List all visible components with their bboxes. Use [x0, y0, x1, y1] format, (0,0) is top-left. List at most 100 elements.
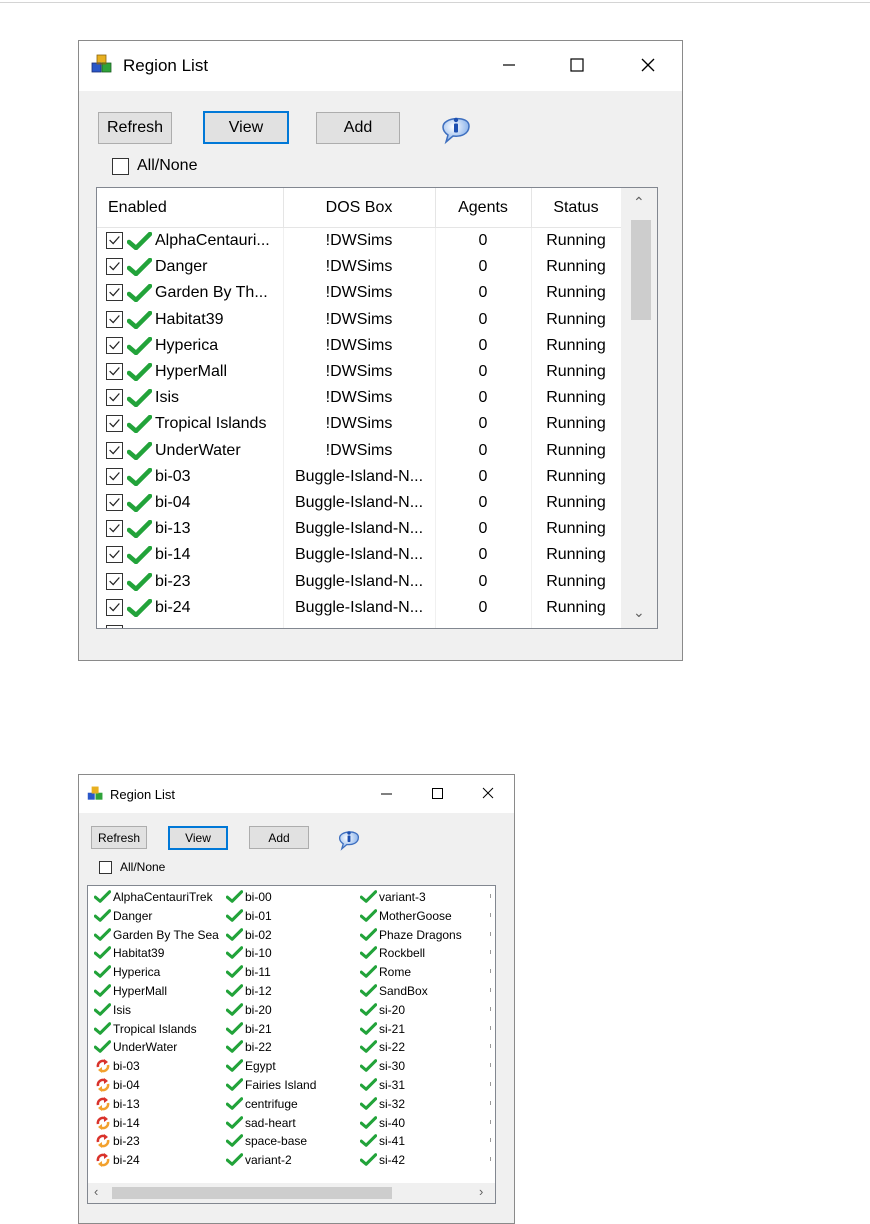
- row-checkbox[interactable]: [106, 494, 123, 511]
- scrollbar-thumb[interactable]: [112, 1187, 392, 1199]
- check-icon: [94, 984, 111, 997]
- list-item-label: si-42: [379, 1153, 406, 1168]
- row-checkbox[interactable]: [106, 310, 123, 328]
- row-checkbox[interactable]: [106, 520, 123, 538]
- maximize-button[interactable]: [420, 777, 454, 809]
- list-item-label: bi-10: [245, 946, 272, 961]
- scroll-left-icon[interactable]: ‹: [94, 1184, 98, 1199]
- row-checkbox[interactable]: [106, 598, 123, 616]
- row-checkbox[interactable]: [106, 258, 123, 276]
- list-item-label: centrifuge: [245, 1096, 298, 1111]
- view-button[interactable]: View: [203, 111, 289, 144]
- table-row[interactable]: HyperMall !DWSims 0 Running: [97, 359, 621, 385]
- all-none-checkbox[interactable]: All/None: [112, 157, 197, 175]
- cell-dos-box: !DWSims: [325, 415, 393, 433]
- column-header-status[interactable]: Status: [531, 188, 621, 228]
- check-icon: [127, 415, 152, 434]
- add-button[interactable]: Add: [316, 112, 400, 144]
- table-row[interactable]: bi-23 Buggle-Island-N... 0 Running: [97, 569, 621, 595]
- table-row[interactable]: Hyperica !DWSims 0 Running: [97, 333, 621, 359]
- row-checkbox[interactable]: [106, 546, 123, 564]
- region-icon-list[interactable]: ‹ › AlphaCentauriTrek Danger Garden By The…: [87, 885, 496, 1204]
- check-icon: [360, 965, 377, 978]
- list-item-label: bi-11: [245, 965, 271, 980]
- vertical-scrollbar[interactable]: ⌃ ⌄: [621, 188, 657, 628]
- cell-agents: 0: [478, 258, 488, 276]
- info-icon[interactable]: [437, 109, 475, 145]
- table-row[interactable]: AlphaCentauri... !DWSims 0 Running: [97, 228, 621, 254]
- list-item-label: space-base: [245, 1134, 308, 1149]
- check-icon: [226, 1040, 243, 1054]
- scroll-down-icon[interactable]: ⌄: [633, 604, 645, 621]
- row-checkbox[interactable]: [106, 441, 123, 459]
- all-none-checkbox-box[interactable]: [112, 157, 129, 175]
- table-row[interactable]: UnderWater !DWSims 0 Running: [97, 438, 621, 464]
- add-button[interactable]: Add: [249, 826, 309, 849]
- cell-region-name: HyperMall: [155, 363, 228, 380]
- row-checkbox[interactable]: [106, 363, 123, 380]
- all-none-checkbox-box[interactable]: [99, 860, 112, 874]
- column-header-dos-box[interactable]: DOS Box: [283, 188, 435, 228]
- cycle-icon: [96, 1153, 110, 1168]
- close-button[interactable]: [625, 45, 671, 85]
- scroll-up-icon[interactable]: ⌃: [633, 194, 645, 211]
- table-row[interactable]: bi-14 Buggle-Island-N... 0 Running: [97, 542, 621, 568]
- info-icon[interactable]: [335, 825, 363, 851]
- table-row[interactable]: bi-04 Buggle-Island-N... 0 Running: [97, 490, 621, 516]
- table-row[interactable]: bi-03 Buggle-Island-N... 0 Running: [97, 464, 621, 490]
- row-checkbox[interactable]: [106, 389, 123, 407]
- table-row[interactable]: Garden By Th... !DWSims 0 Running: [97, 280, 621, 306]
- minimize-button[interactable]: [369, 777, 403, 809]
- title-bar[interactable]: Region List: [79, 775, 514, 813]
- table-row[interactable]: Isis !DWSims 0 Running: [97, 385, 621, 411]
- column-header-agents[interactable]: Agents: [435, 188, 531, 228]
- all-none-label: All/None: [137, 157, 198, 174]
- row-checkbox[interactable]: [106, 467, 123, 485]
- cell-region-name: bi-13: [155, 520, 191, 538]
- maximize-button[interactable]: [554, 45, 600, 85]
- table-row-partial: [97, 621, 621, 628]
- row-checkbox[interactable]: [106, 284, 123, 302]
- check-icon: [360, 1059, 377, 1072]
- horizontal-scrollbar[interactable]: ‹ ›: [88, 1183, 495, 1203]
- table-row[interactable]: Danger !DWSims 0 Running: [97, 254, 621, 280]
- table-row[interactable]: Tropical Islands !DWSims 0 Running: [97, 411, 621, 437]
- check-icon: [360, 946, 377, 960]
- cell-status: Running: [546, 546, 606, 564]
- check-icon: [127, 598, 152, 617]
- check-icon: [226, 965, 243, 978]
- column-edge-mark: [490, 1138, 491, 1143]
- row-checkbox[interactable]: [106, 625, 123, 628]
- region-list-window-details: Region List Refresh View Add All/None En…: [78, 40, 683, 661]
- column-edge-mark: [490, 1063, 491, 1068]
- table-row[interactable]: bi-24 Buggle-Island-N... 0 Running: [97, 595, 621, 621]
- refresh-button[interactable]: Refresh: [98, 112, 172, 144]
- cell-agents: 0: [478, 389, 488, 407]
- cycle-icon: [96, 1134, 110, 1149]
- column-edge-mark: [490, 1100, 491, 1105]
- check-icon: [127, 284, 152, 303]
- row-checkbox[interactable]: [106, 336, 123, 354]
- list-item-label: bi-20: [245, 1002, 272, 1017]
- cell-region-name: bi-03: [155, 467, 191, 485]
- cell-dos-box: !DWSims: [325, 258, 393, 276]
- check-icon: [360, 909, 377, 922]
- column-header-enabled[interactable]: Enabled: [108, 188, 167, 228]
- row-checkbox[interactable]: [106, 415, 123, 433]
- column-edge-mark: [490, 1157, 491, 1162]
- scrollbar-thumb[interactable]: [631, 220, 651, 320]
- minimize-button[interactable]: [486, 45, 532, 85]
- table-row[interactable]: Habitat39 !DWSims 0 Running: [97, 307, 621, 333]
- all-none-checkbox[interactable]: All/None: [99, 860, 165, 874]
- close-button[interactable]: [471, 777, 505, 809]
- row-checkbox[interactable]: [106, 572, 123, 590]
- table-row[interactable]: bi-13 Buggle-Island-N... 0 Running: [97, 516, 621, 542]
- view-button[interactable]: View: [168, 826, 228, 850]
- cycle-icon: [96, 1115, 110, 1130]
- row-checkbox[interactable]: [106, 232, 123, 249]
- scroll-right-icon[interactable]: ›: [479, 1184, 483, 1199]
- cell-dos-box: Buggle-Island-N...: [294, 546, 424, 564]
- title-bar[interactable]: Region List: [79, 41, 682, 91]
- region-details-list[interactable]: Enabled DOS Box Agents Status AlphaCenta…: [96, 187, 658, 629]
- refresh-button[interactable]: Refresh: [91, 826, 147, 849]
